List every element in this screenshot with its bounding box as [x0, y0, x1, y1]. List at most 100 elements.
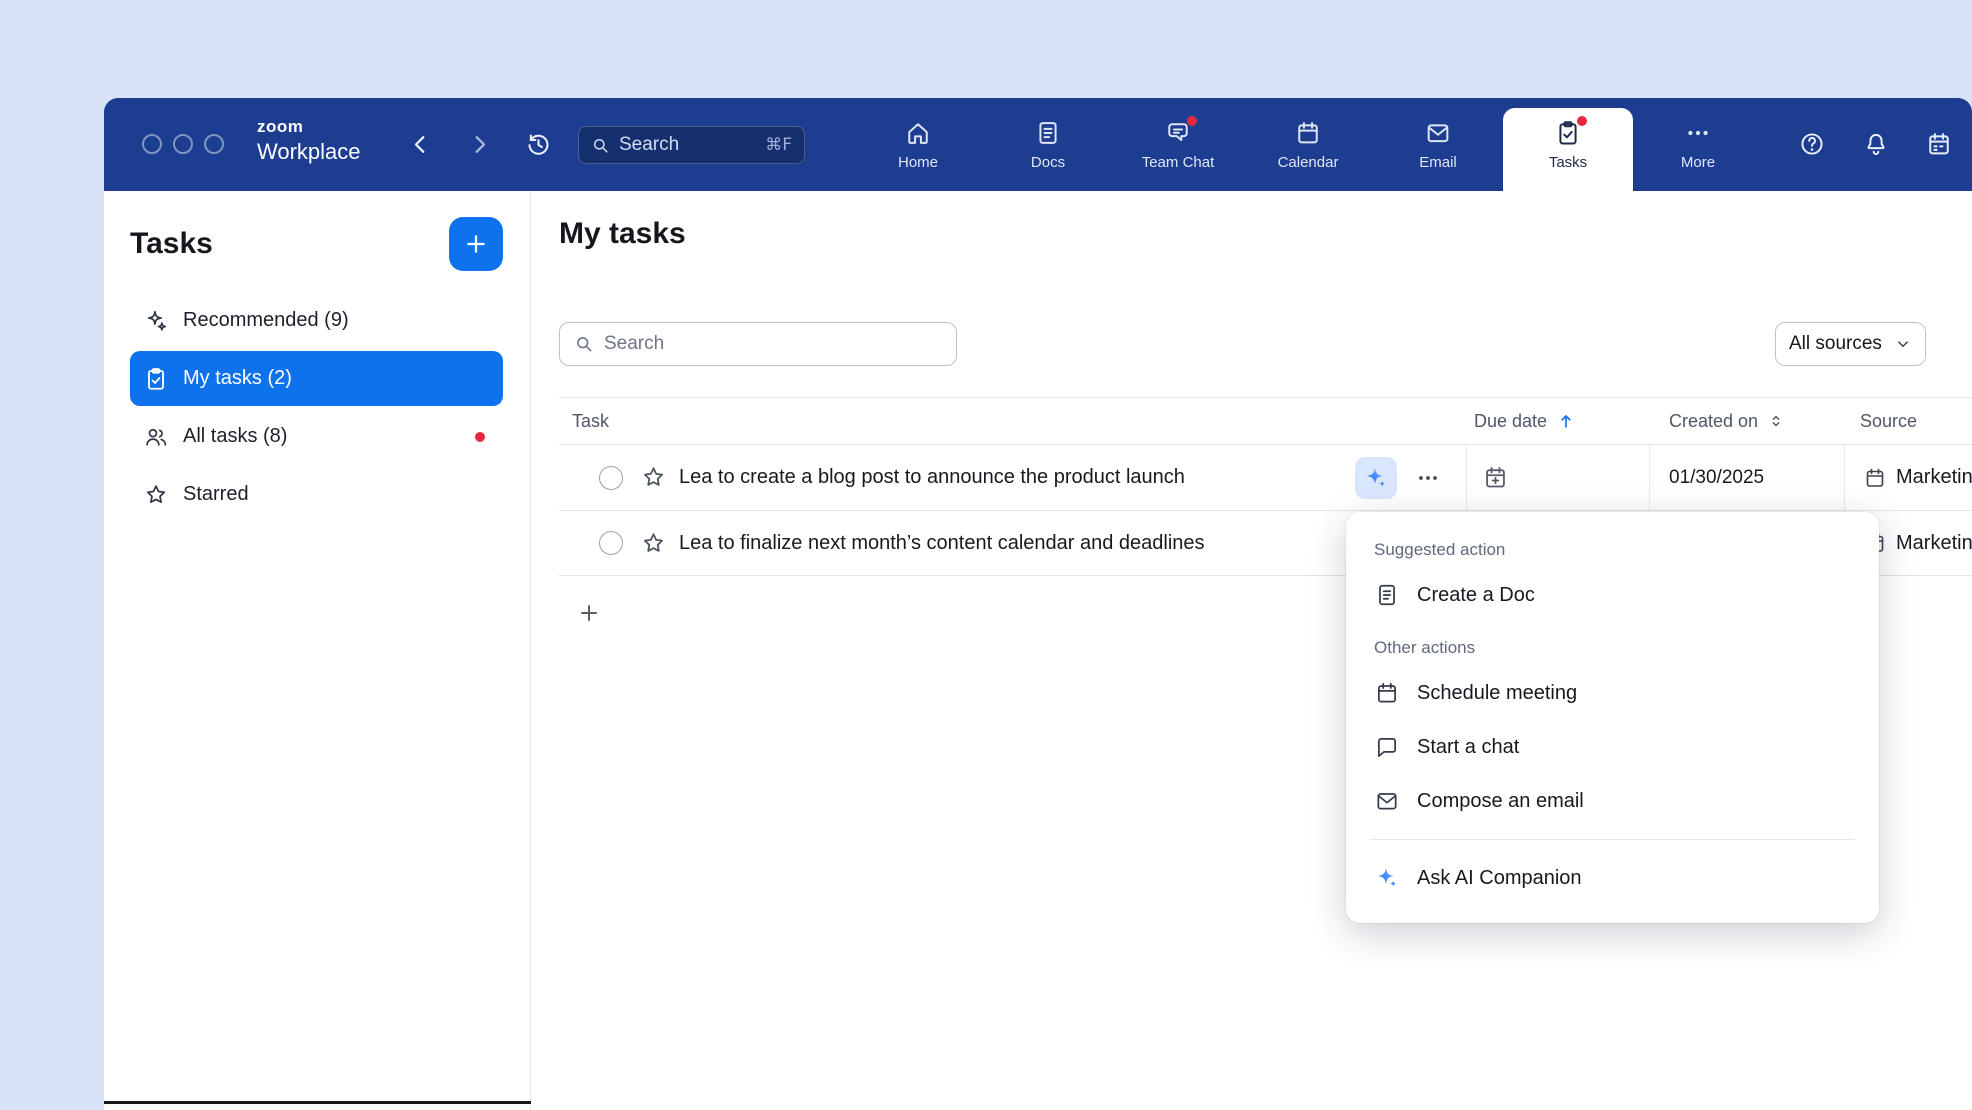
- nav-tab-tasks[interactable]: Tasks: [1503, 108, 1633, 191]
- tasks-search-placeholder: Search: [604, 333, 664, 355]
- tasks-sidebar: Tasks Recommended (9): [104, 191, 531, 1110]
- sidebar-item-label: Recommended (9): [183, 309, 349, 332]
- source-label: Marketing: [1896, 466, 1972, 489]
- email-icon: [1374, 788, 1400, 814]
- sort-ascending-icon[interactable]: [1556, 411, 1576, 431]
- window-controls: [142, 134, 224, 154]
- sources-filter-dropdown[interactable]: All sources: [1775, 322, 1926, 366]
- app-header: zoom Workplace Search ⌘F: [104, 98, 1972, 191]
- zoom-workplace-logo: zoom Workplace: [257, 118, 361, 163]
- people-icon: [143, 424, 169, 450]
- source-cell[interactable]: Marketing: [1863, 445, 1972, 510]
- star-task-button[interactable]: [640, 445, 667, 510]
- window-minimize-button[interactable]: [173, 134, 193, 154]
- sources-filter-value: All sources: [1789, 333, 1882, 355]
- sidebar-title: Tasks: [130, 227, 213, 261]
- history-button[interactable]: [525, 131, 552, 158]
- more-icon: [1684, 119, 1712, 147]
- suggested-actions-menu: Suggested action Create a Doc Other acti…: [1346, 512, 1879, 923]
- nav-tab-team-chat[interactable]: Team Chat: [1113, 98, 1243, 191]
- menu-section-label: Suggested action: [1346, 534, 1879, 568]
- menu-item-ask-ai-companion[interactable]: Ask AI Companion: [1346, 851, 1879, 905]
- nav-tab-calendar[interactable]: Calendar: [1243, 98, 1373, 191]
- ai-sparkle-icon: [1363, 465, 1389, 491]
- nav-tab-docs[interactable]: Docs: [983, 98, 1113, 191]
- global-search-placeholder: Search: [619, 134, 756, 156]
- global-search[interactable]: Search ⌘F: [578, 126, 805, 164]
- column-divider: [1844, 445, 1845, 510]
- column-divider: [1649, 445, 1650, 510]
- chat-bubble-icon: [1374, 734, 1400, 760]
- column-header-created-on[interactable]: Created on: [1669, 398, 1785, 444]
- workplace-product-text: Workplace: [257, 141, 361, 163]
- doc-icon: [1374, 582, 1400, 608]
- nav-tab-more[interactable]: More: [1633, 98, 1763, 191]
- more-actions-button[interactable]: [1411, 445, 1445, 510]
- ai-companion-button[interactable]: [1355, 457, 1397, 499]
- menu-divider: [1370, 839, 1855, 840]
- window-bottom-edge: [104, 1101, 531, 1104]
- task-complete-checkbox[interactable]: [599, 466, 623, 490]
- window-close-button[interactable]: [142, 134, 162, 154]
- column-divider: [1466, 445, 1467, 510]
- team-chat-notification-dot: [1187, 116, 1197, 126]
- menu-item-schedule-meeting[interactable]: Schedule meeting: [1346, 666, 1879, 720]
- search-shortcut-hint: ⌘F: [765, 135, 792, 155]
- sidebar-item-recommended[interactable]: Recommended (9): [130, 293, 503, 348]
- page-title: My tasks: [559, 217, 686, 251]
- menu-item-create-doc[interactable]: Create a Doc: [1346, 568, 1879, 622]
- docs-icon: [1034, 119, 1062, 147]
- desktop-background: zoom Workplace Search ⌘F: [0, 0, 1972, 1110]
- forward-button[interactable]: [466, 131, 493, 158]
- add-due-date-button[interactable]: [1482, 445, 1509, 510]
- back-button[interactable]: [407, 131, 434, 158]
- my-tasks-icon: [143, 366, 169, 392]
- zoom-workplace-window: zoom Workplace Search ⌘F: [104, 98, 1972, 1110]
- sidebar-item-label: My tasks (2): [183, 367, 292, 390]
- menu-section-label: Other actions: [1346, 622, 1879, 666]
- schedule-calendar-button[interactable]: [1925, 130, 1953, 158]
- zoom-brand-text: zoom: [257, 118, 361, 135]
- nav-tab-home[interactable]: Home: [853, 98, 983, 191]
- calendar-icon: [1374, 680, 1400, 706]
- nav-tab-email[interactable]: Email: [1373, 98, 1503, 191]
- task-complete-checkbox[interactable]: [599, 531, 623, 555]
- chevron-down-icon: [1894, 335, 1912, 353]
- new-task-button[interactable]: [449, 217, 503, 271]
- primary-navigation: Home Docs Team Chat: [853, 98, 1763, 191]
- task-row[interactable]: Lea to create a blog post to announce th…: [559, 445, 1972, 511]
- sidebar-item-all-tasks[interactable]: All tasks (8): [130, 409, 503, 464]
- sidebar-item-label: Starred: [183, 483, 249, 506]
- window-zoom-button[interactable]: [204, 134, 224, 154]
- created-on-value: 01/30/2025: [1669, 445, 1764, 510]
- task-title[interactable]: Lea to create a blog post to announce th…: [679, 445, 1185, 510]
- sparkle-icon: [143, 308, 169, 334]
- star-task-button[interactable]: [640, 511, 667, 575]
- sidebar-item-my-tasks[interactable]: My tasks (2): [130, 351, 503, 406]
- home-icon: [904, 119, 932, 147]
- add-task-button[interactable]: [569, 593, 609, 633]
- search-icon: [574, 334, 594, 354]
- tasks-search-input[interactable]: Search: [559, 322, 957, 366]
- sidebar-menu: Recommended (9) My tasks (2) All tasks (…: [104, 293, 530, 522]
- source-cell[interactable]: Marketing: [1863, 511, 1972, 575]
- star-icon: [143, 482, 169, 508]
- tasks-notification-dot: [1577, 116, 1587, 126]
- menu-item-start-chat[interactable]: Start a chat: [1346, 720, 1879, 774]
- email-icon: [1424, 119, 1452, 147]
- column-header-source[interactable]: Source: [1860, 398, 1917, 444]
- task-title[interactable]: Lea to finalize next month’s content cal…: [679, 511, 1205, 575]
- column-header-task[interactable]: Task: [572, 398, 609, 444]
- column-header-due-date[interactable]: Due date: [1474, 398, 1576, 444]
- team-chat-icon: [1164, 119, 1192, 147]
- table-header-row: Task Due date Created on: [559, 397, 1972, 445]
- sidebar-item-label: All tasks (8): [183, 425, 287, 448]
- search-icon: [591, 136, 610, 155]
- menu-item-compose-email[interactable]: Compose an email: [1346, 774, 1879, 828]
- help-button[interactable]: [1798, 130, 1826, 158]
- calendar-icon: [1294, 119, 1322, 147]
- sidebar-item-starred[interactable]: Starred: [130, 467, 503, 522]
- sort-toggle-icon[interactable]: [1767, 412, 1785, 430]
- notifications-bell-button[interactable]: [1862, 130, 1890, 158]
- plus-icon: [463, 231, 489, 257]
